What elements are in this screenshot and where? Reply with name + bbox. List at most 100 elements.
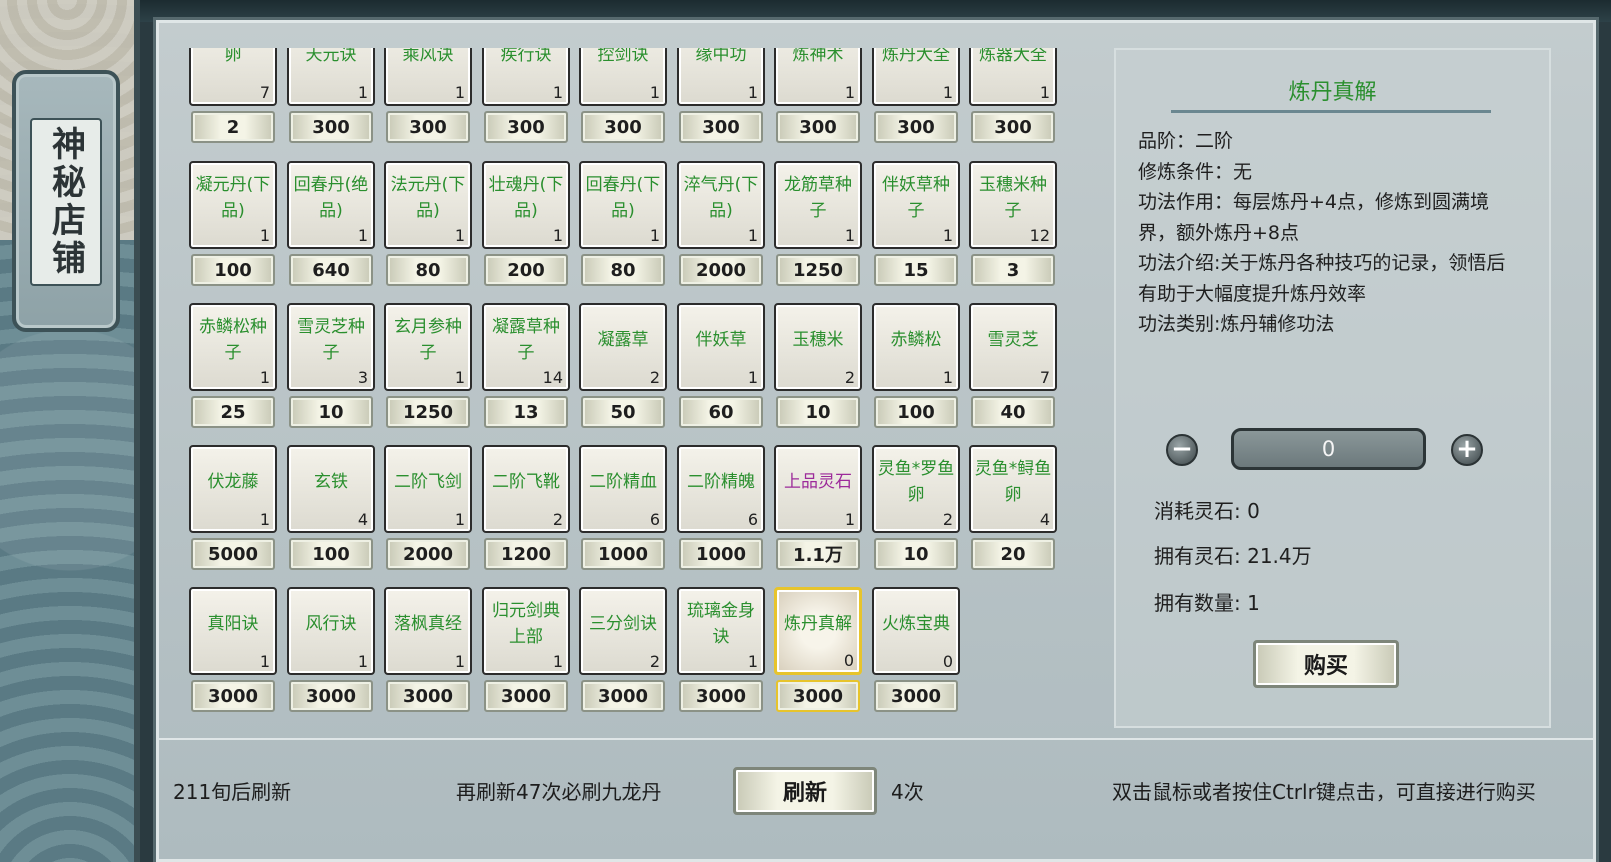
shop-item[interactable]: 伴妖草 1 60 — [677, 303, 765, 431]
shop-item[interactable]: 火炼宝典 0 3000 — [872, 587, 960, 715]
shop-item[interactable]: 淬气丹(下品) 1 2000 — [677, 161, 765, 289]
item-card[interactable]: 卵7 — [189, 48, 277, 106]
shop-item[interactable]: 龙筋草种子 1 1250 — [774, 161, 862, 289]
shop-item[interactable]: 玄月参种子 1 1250 — [384, 303, 472, 431]
item-card[interactable]: 三分剑诀 2 — [579, 587, 667, 675]
item-name: 赤鳞松种子 — [199, 317, 267, 363]
shop-item[interactable]: 卵7 2 — [189, 48, 277, 146]
item-price: 40 — [971, 396, 1055, 428]
refresh-button[interactable]: 刷新 — [733, 767, 877, 815]
shop-item[interactable]: 二阶精魄 6 1000 — [677, 445, 765, 573]
shop-item[interactable]: 凝元丹(下品) 1 100 — [189, 161, 277, 289]
shop-item[interactable]: 炼丹大全 1 300 — [872, 48, 960, 146]
item-card[interactable]: 上品灵石 1 — [774, 445, 862, 533]
item-card[interactable]: 玄月参种子 1 — [384, 303, 472, 391]
shop-item[interactable]: 赤鳞松种子 1 25 — [189, 303, 277, 431]
item-card[interactable]: 雪灵芝 7 — [969, 303, 1057, 391]
item-card[interactable]: 回春丹(绝品) 1 — [287, 161, 375, 249]
item-card[interactable]: 炼丹真解 0 — [774, 587, 862, 675]
item-card[interactable]: 火炼宝典 0 — [872, 587, 960, 675]
shop-item[interactable]: 雪灵芝 7 40 — [969, 303, 1057, 431]
item-card[interactable]: 灵鱼*鲟鱼卵 4 — [969, 445, 1057, 533]
item-card[interactable]: 伏龙藤 1 — [189, 445, 277, 533]
item-card[interactable]: 缘中功 1 — [677, 48, 765, 106]
shop-item[interactable]: 雪灵芝种子 3 10 — [287, 303, 375, 431]
item-card[interactable]: 凝露草种子 14 — [482, 303, 570, 391]
item-price: 3000 — [679, 680, 763, 712]
shop-item[interactable]: 归元剑典上部 1 3000 — [482, 587, 570, 715]
shop-item[interactable]: 回春丹(下品) 1 80 — [579, 161, 667, 289]
item-card[interactable]: 赤鳞松 1 — [872, 303, 960, 391]
shop-item[interactable]: 赤鳞松 1 100 — [872, 303, 960, 431]
shop-item[interactable]: 伴妖草种子 1 15 — [872, 161, 960, 289]
item-card[interactable]: 归元剑典上部 1 — [482, 587, 570, 675]
shop-item[interactable]: 二阶飞剑 1 2000 — [384, 445, 472, 573]
quantity-field[interactable]: 0 — [1231, 428, 1426, 470]
shop-item[interactable]: 凝露草 2 50 — [579, 303, 667, 431]
item-card[interactable]: 伴妖草 1 — [677, 303, 765, 391]
minus-icon[interactable]: − — [1166, 434, 1198, 466]
item-card[interactable]: 二阶精魄 6 — [677, 445, 765, 533]
item-price: 80 — [581, 254, 665, 286]
shop-item[interactable]: 灵鱼*鲟鱼卵 4 20 — [969, 445, 1057, 573]
item-card[interactable]: 炼神术 1 — [774, 48, 862, 106]
buy-button[interactable]: 购买 — [1253, 640, 1399, 688]
item-card[interactable]: 凝元丹(下品) 1 — [189, 161, 277, 249]
item-card[interactable]: 壮魂丹(下品) 1 — [482, 161, 570, 249]
item-card[interactable]: 淬气丹(下品) 1 — [677, 161, 765, 249]
shop-item[interactable]: 天元诀 1 300 — [287, 48, 375, 146]
shop-item[interactable]: 玉穗米 2 10 — [774, 303, 862, 431]
shop-item[interactable]: 风行诀 1 3000 — [287, 587, 375, 715]
shop-item[interactable]: 上品灵石 1 1.1万 — [774, 445, 862, 573]
shop-item[interactable]: 玉穗米种子 12 3 — [969, 161, 1057, 289]
item-card[interactable]: 法元丹(下品) 1 — [384, 161, 472, 249]
shop-item[interactable]: 回春丹(绝品) 1 640 — [287, 161, 375, 289]
shop-item[interactable]: 炼神术 1 300 — [774, 48, 862, 146]
shop-item[interactable]: 壮魂丹(下品) 1 200 — [482, 161, 570, 289]
shop-item[interactable]: 伏龙藤 1 5000 — [189, 445, 277, 573]
item-card[interactable]: 雪灵芝种子 3 — [287, 303, 375, 391]
item-card[interactable]: 天元诀 1 — [287, 48, 375, 106]
item-count: 1 — [454, 652, 465, 671]
shop-item[interactable]: 缘中功 1 300 — [677, 48, 765, 146]
shop-item[interactable]: 控剑诀 1 300 — [579, 48, 667, 146]
item-card[interactable]: 玉穗米种子 12 — [969, 161, 1057, 249]
shop-item[interactable]: 灵鱼*罗鱼卵 2 10 — [872, 445, 960, 573]
item-card[interactable]: 乘风诀 1 — [384, 48, 472, 106]
shop-item[interactable]: 玄铁 4 100 — [287, 445, 375, 573]
shop-item[interactable]: 三分剑诀 2 3000 — [579, 587, 667, 715]
item-card[interactable]: 玄铁 4 — [287, 445, 375, 533]
item-card[interactable]: 风行诀 1 — [287, 587, 375, 675]
shop-item[interactable]: 落枫真经 1 3000 — [384, 587, 472, 715]
item-card[interactable]: 控剑诀 1 — [579, 48, 667, 106]
item-card[interactable]: 回春丹(下品) 1 — [579, 161, 667, 249]
item-card[interactable]: 伴妖草种子 1 — [872, 161, 960, 249]
shop-item[interactable]: 法元丹(下品) 1 80 — [384, 161, 472, 289]
item-card[interactable]: 凝露草 2 — [579, 303, 667, 391]
item-card[interactable]: 赤鳞松种子 1 — [189, 303, 277, 391]
shop-item[interactable]: 凝露草种子 14 13 — [482, 303, 570, 431]
item-card[interactable]: 二阶飞剑 1 — [384, 445, 472, 533]
item-card[interactable]: 灵鱼*罗鱼卵 2 — [872, 445, 960, 533]
item-card[interactable]: 龙筋草种子 1 — [774, 161, 862, 249]
item-card[interactable]: 疾行诀 1 — [482, 48, 570, 106]
item-card[interactable]: 二阶精血 6 — [579, 445, 667, 533]
shop-item[interactable]: 二阶飞靴 2 1200 — [482, 445, 570, 573]
shop-item[interactable]: 炼丹真解 0 3000 — [774, 587, 862, 715]
item-card[interactable]: 琉璃金身诀 1 — [677, 587, 765, 675]
shop-item[interactable]: 炼器大全 1 300 — [969, 48, 1057, 146]
shop-item[interactable]: 二阶精血 6 1000 — [579, 445, 667, 573]
item-card[interactable]: 炼丹大全 1 — [872, 48, 960, 106]
item-card[interactable]: 真阳诀 1 — [189, 587, 277, 675]
shop-item[interactable]: 乘风诀 1 300 — [384, 48, 472, 146]
item-card[interactable]: 二阶飞靴 2 — [482, 445, 570, 533]
shop-item[interactable]: 琉璃金身诀 1 3000 — [677, 587, 765, 715]
item-card[interactable]: 落枫真经 1 — [384, 587, 472, 675]
item-card[interactable]: 炼器大全 1 — [969, 48, 1057, 106]
item-card[interactable]: 玉穗米 2 — [774, 303, 862, 391]
item-price: 1250 — [776, 254, 860, 286]
item-name: 回春丹(下品) — [585, 175, 661, 221]
plus-icon[interactable]: + — [1451, 434, 1483, 466]
shop-item[interactable]: 真阳诀 1 3000 — [189, 587, 277, 715]
shop-item[interactable]: 疾行诀 1 300 — [482, 48, 570, 146]
